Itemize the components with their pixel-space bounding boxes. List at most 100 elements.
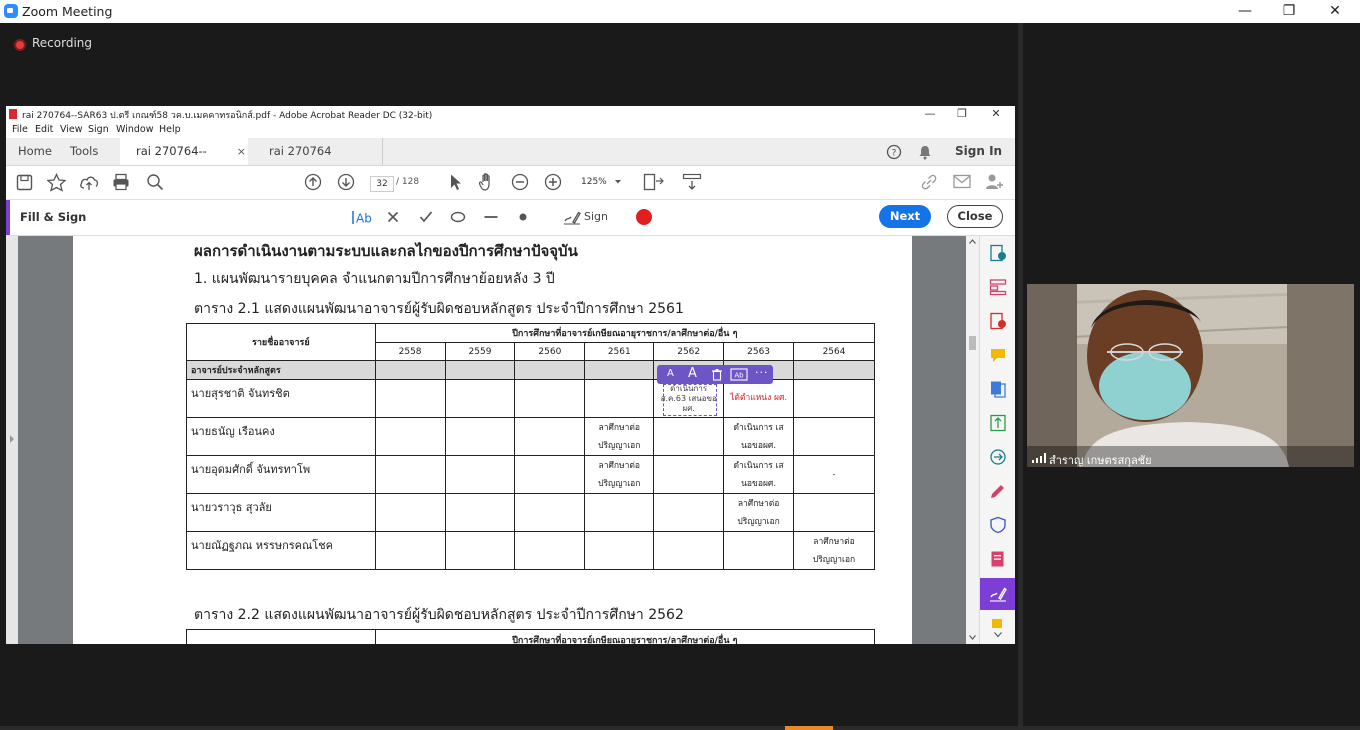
select-arrow-icon[interactable] — [448, 173, 464, 191]
text-edit-popup: A A Ab ··· — [657, 365, 773, 384]
next-page-icon[interactable] — [337, 173, 355, 191]
doc-heading: ผลการดำเนินงานตามระบบและกลไกของปีการศึกษ… — [194, 242, 578, 260]
decrease-font-icon[interactable]: A — [667, 368, 674, 379]
more-options-icon[interactable]: ··· — [755, 366, 769, 379]
delete-trash-icon[interactable] — [711, 368, 723, 381]
tab-document-1[interactable]: rai 270764--SAR63... × — [120, 138, 248, 185]
line-shape-icon[interactable] — [483, 211, 499, 223]
comment-icon[interactable] — [989, 346, 1007, 364]
year-header: 2560 — [514, 342, 586, 361]
acrobat-minimize-button[interactable]: — — [914, 106, 946, 122]
close-window-button[interactable]: ✕ — [1312, 0, 1358, 23]
scroll-up-icon[interactable] — [969, 239, 976, 244]
tab-close-icon[interactable]: × — [237, 138, 246, 165]
recording-icon — [14, 39, 26, 51]
zoom-in-icon[interactable] — [544, 173, 562, 191]
participant-video[interactable] — [1027, 284, 1354, 467]
page-total: / 128 — [396, 177, 420, 187]
add-text-icon[interactable]: Ab — [350, 209, 374, 226]
menu-window[interactable]: Window — [116, 124, 153, 135]
email-icon[interactable] — [953, 174, 971, 189]
sign-label[interactable]: Sign — [584, 210, 608, 223]
send-for-review-icon[interactable] — [989, 448, 1007, 466]
panel-divider[interactable] — [1018, 23, 1023, 730]
collapse-pane-chevron-icon[interactable] — [994, 632, 1002, 638]
table-row: นายณัฏฐภณ หรรษกรคณโชค ลาศึกษาต่อ ปริญญาเ… — [186, 531, 875, 570]
bottom-highlight — [785, 726, 833, 730]
acrobat-maximize-button[interactable]: ❐ — [946, 106, 978, 122]
scroll-down-icon[interactable] — [969, 635, 976, 640]
recording-label[interactable]: Recording — [32, 36, 92, 50]
notification-bell-icon[interactable] — [918, 144, 932, 160]
menu-file[interactable]: File — [12, 124, 28, 135]
upload-cloud-icon[interactable] — [79, 173, 99, 192]
acrobat-close-button[interactable]: ✕ — [980, 106, 1012, 122]
combine-files-icon[interactable] — [989, 380, 1007, 398]
zoom-dropdown-chevron-icon[interactable] — [614, 179, 622, 185]
page-number-input[interactable]: 32 — [370, 176, 394, 192]
vertical-scrollbar[interactable] — [966, 236, 979, 644]
zoom-search-icon[interactable] — [146, 173, 164, 191]
table-row: นายอุดมศักดิ์ จันทรทาโพ ลาศึกษาต่อ ปริญญ… — [186, 455, 875, 494]
year-header: 2561 — [584, 342, 655, 361]
text-field-icon[interactable]: Ab — [730, 368, 748, 381]
close-fill-sign-button[interactable]: Close — [947, 205, 1003, 228]
sign-pen-icon[interactable] — [563, 209, 581, 225]
save-icon[interactable] — [16, 174, 33, 191]
sign-in-link[interactable]: Sign In — [955, 138, 1002, 165]
color-picker-swatch[interactable] — [636, 209, 652, 225]
table-cell: ลาศึกษาต่อ ปริญญาเอก — [584, 455, 655, 494]
fill-sign-toolbar: Fill & Sign Ab Sign Next Close — [6, 200, 1015, 236]
protect-shield-icon[interactable] — [989, 516, 1007, 534]
tab-tools[interactable]: Tools — [70, 138, 98, 165]
page-fit-icon[interactable] — [643, 173, 665, 192]
share-people-icon[interactable] — [985, 173, 1005, 191]
table-2-2: ปีการศึกษาที่อาจารย์เกษียณอายุราชการ/ลาศ… — [186, 629, 876, 644]
dot-shape-icon[interactable] — [518, 212, 528, 222]
compress-pdf-icon[interactable] — [989, 414, 1007, 432]
menu-view[interactable]: View — [60, 124, 83, 135]
maximize-button[interactable]: ❐ — [1266, 0, 1312, 23]
menu-edit[interactable]: Edit — [35, 124, 53, 135]
more-tools-icon[interactable] — [989, 618, 1007, 628]
menu-sign[interactable]: Sign — [88, 124, 109, 135]
next-button[interactable]: Next — [879, 205, 931, 228]
organize-pages-icon[interactable] — [989, 278, 1007, 296]
document-viewport[interactable]: ผลการดำเนินงานตามระบบและกลไกของปีการศึกษ… — [6, 236, 979, 644]
scroll-mode-icon[interactable] — [682, 173, 702, 191]
help-icon[interactable]: ? — [886, 144, 902, 160]
expand-left-panel-icon[interactable] — [9, 434, 15, 444]
export-pdf-icon[interactable] — [989, 312, 1007, 330]
tab-home[interactable]: Home — [18, 138, 52, 165]
minimize-button[interactable]: — — [1222, 0, 1268, 23]
cross-mark-icon[interactable] — [387, 211, 399, 223]
circle-shape-icon[interactable] — [450, 211, 466, 223]
share-link-icon[interactable] — [920, 173, 938, 191]
zoom-level-select[interactable]: 125% — [581, 177, 607, 187]
edit-pdf-icon[interactable] — [989, 482, 1007, 500]
previous-page-icon[interactable] — [304, 173, 322, 191]
scrollbar-thumb[interactable] — [969, 336, 976, 350]
tab-document-2[interactable]: rai 270764 SAR63ห... — [253, 138, 383, 185]
text-field-selection[interactable] — [663, 384, 717, 416]
teacher-name: นายวราวุธ สุวลัย — [186, 493, 376, 532]
fill-sign-pen-icon — [990, 587, 1007, 602]
teacher-name: นายธนัญ เรือนคง — [186, 417, 376, 456]
zoom-out-icon[interactable] — [511, 173, 529, 191]
hand-tool-icon[interactable] — [478, 172, 496, 192]
zoom-logo-icon — [4, 4, 18, 18]
create-pdf-icon[interactable] — [989, 244, 1007, 262]
menu-help[interactable]: Help — [159, 124, 181, 135]
prepare-form-icon[interactable] — [989, 550, 1007, 568]
acrobat-window: rai 270764--SAR63 ป.ตรี เกณฑ์58 วค.บ.เมค… — [6, 106, 1015, 644]
print-icon[interactable] — [112, 173, 130, 191]
section-row: อาจารย์ประจำหลักสูตร — [186, 360, 376, 380]
increase-font-icon[interactable]: A — [688, 366, 697, 381]
table-cell: ดำเนินการ เสนอขอผศ. — [723, 455, 795, 494]
zoom-window-title: Zoom Meeting — [22, 4, 113, 19]
checkmark-icon[interactable] — [419, 210, 433, 223]
fill-sign-tool-active[interactable] — [980, 578, 1015, 610]
bookmark-star-icon[interactable] — [47, 173, 66, 192]
left-nav-strip[interactable] — [6, 236, 18, 644]
table-cell: ได้ตำแหน่ง ผศ. — [723, 379, 795, 418]
